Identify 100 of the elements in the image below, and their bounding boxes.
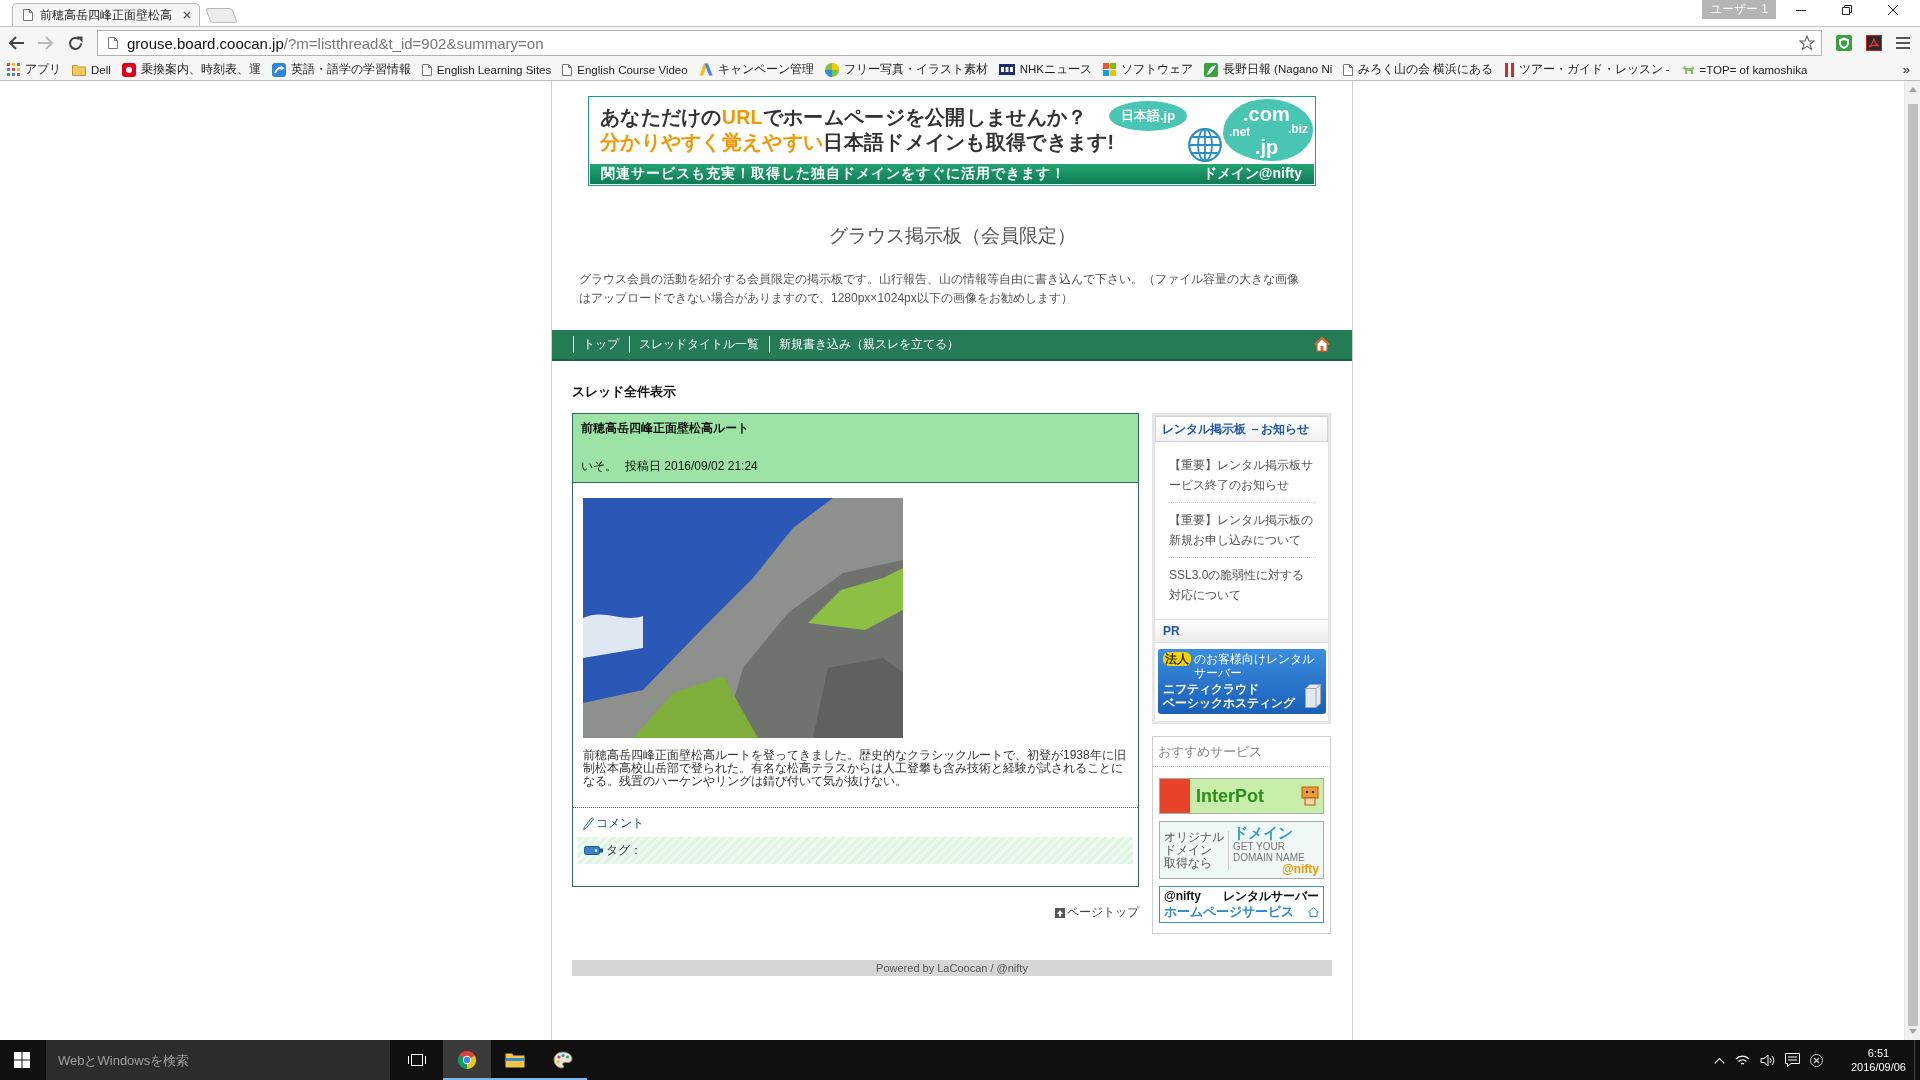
scrollbar-thumb[interactable] [1907, 104, 1918, 1026]
wifi-icon[interactable] [1734, 1054, 1750, 1066]
ad-title: InterPot [1196, 785, 1264, 807]
bookmark[interactable]: 英語・語学の学習情報 [271, 62, 411, 77]
pencil-icon [583, 817, 594, 830]
reload-icon[interactable] [68, 35, 83, 51]
site-logo-icon [998, 64, 1015, 75]
back-icon[interactable] [8, 36, 24, 50]
restore-icon[interactable] [1842, 5, 1852, 15]
banner-tagline: 関連サービスも充実！取得した独自ドメインをすぐに活用できます！ [601, 165, 1066, 183]
footer-bar: Powered by LaCoocan / @nifty [572, 960, 1332, 976]
star-icon[interactable] [1799, 35, 1815, 51]
domain-suffix: .biz [1288, 123, 1308, 135]
bookmark[interactable]: English Course Video [562, 63, 688, 76]
bookmark[interactable]: English Learning Sites [421, 63, 552, 76]
curve-logo-icon[interactable] [1866, 35, 1882, 51]
tags-label: タグ： [606, 842, 642, 859]
section-heading: スレッド全件表示 [572, 383, 677, 401]
bookmark[interactable]: アプリ [7, 62, 61, 77]
bookmark[interactable]: NHKニュース [998, 62, 1092, 77]
bookmark[interactable]: 乗換案内、時刻表、運 [121, 62, 261, 77]
domain-cloud: 日本語.jp [1109, 101, 1187, 131]
house-icon [1308, 906, 1319, 917]
page-icon [1343, 63, 1354, 76]
notice-link[interactable]: 【重要】レンタル掲示板サービス終了のお知らせ [1168, 448, 1316, 503]
nav-link[interactable]: スレッドタイトル一覧 [630, 336, 769, 353]
thread-date: 投稿日 2016/09/02 21:24 [625, 458, 758, 474]
up-arrow-icon [1055, 907, 1065, 918]
four-squares-icon [1102, 63, 1116, 76]
start-icon[interactable] [14, 1052, 30, 1068]
browser-icon [458, 1051, 476, 1069]
browser-tab[interactable]: 前穂高岳四峰正面壁松高 [12, 3, 200, 26]
clock-time[interactable]: 6:51 [1867, 1046, 1890, 1060]
swoosh-logo-icon [271, 62, 286, 77]
address-field[interactable]: grouse.board.coocan.jp/?m=listthread&t_id=902&summary=on [97, 30, 1822, 56]
corporate-badge: 法人 [1162, 652, 1191, 666]
panel-title: おすすめサービス [1153, 737, 1330, 767]
domain-suffix: .net [1229, 126, 1251, 138]
domain-suffix: .com [1243, 104, 1290, 124]
menu-icon[interactable] [1896, 37, 1910, 49]
bookmark[interactable]: ツアー・ガイド・レッスン - [1504, 62, 1670, 77]
shield-icon[interactable] [1836, 35, 1852, 51]
folder-icon [72, 63, 86, 76]
notice-link[interactable]: SSL3.0の脆弱性に対する対応について [1168, 558, 1316, 612]
x-circle-icon[interactable] [1809, 1053, 1823, 1067]
bookmark[interactable]: フリー写真・イラスト素材 [824, 62, 988, 77]
ad-brand: @nifty [1164, 889, 1202, 903]
close-icon[interactable] [1888, 5, 1898, 15]
bookmark[interactable]: みろく山の会 横浜にある [1343, 62, 1494, 77]
board-description: グラウス会員の活動を紹介する会員限定の掲示板です。山行報告、山の情報等自由に書き込んで下さい。（ファイル容量の大きな画像はアップロードできない場合がありますので、1280px×1024px以下の画像をお勧めします） [578, 271, 1300, 307]
page-icon [421, 63, 432, 76]
more-bookmarks-button[interactable]: » [1902, 62, 1910, 77]
notice-link[interactable]: 【重要】レンタル掲示板の新規お申し込みについて [1168, 503, 1316, 558]
bookmark[interactable]: =TOP= of kamoshika [1680, 63, 1808, 76]
bars-icon [1504, 62, 1514, 77]
post-body: 前穂高岳四峰正面壁松高ルートを登ってきました。歴史的なクラシックルートで、初登が1938年に旧制松本高校山岳部で登られた。有名な松高テラスからは人工登攀も含み技術と経験が試されることになる。残置のハーケンやリングは錆び付いて気が抜けない。 [583, 749, 1127, 788]
panel-title: PR [1155, 619, 1328, 643]
page-icon [562, 63, 573, 76]
ad-caption: のお客様向けレンタルサーバー [1193, 652, 1315, 680]
block-mascot-icon [1301, 786, 1319, 806]
domain-ad-banner[interactable]: あなただけのURLでホームページを公開しませんか？ 分かりやすく覚えやすい日本語ドメインも取得できます! 関連サービスも充実！取得した独自ドメインをすぐに活用できます！ ドメイン@nifty 日本語.jp .com .net .biz .jp [588, 96, 1316, 186]
chevron-up-icon[interactable] [1713, 1056, 1725, 1064]
ad-subtitle: GET YOUR DOMAIN NAME [1233, 841, 1306, 863]
bookmark[interactable]: ソフトウェア [1102, 62, 1193, 77]
ad-tagline: オリジナル [1164, 830, 1224, 844]
domain-suffix: .jp [1255, 137, 1279, 157]
home-icon[interactable] [1314, 337, 1330, 352]
speaker-icon[interactable] [1759, 1053, 1775, 1067]
bookmark[interactable]: 長野日報 (Nagano Ni [1203, 62, 1333, 77]
app-grid-icon [7, 63, 20, 76]
ad-tagline: 取得なら [1164, 856, 1213, 870]
ad-caption: レンタルサーバー [1223, 889, 1319, 903]
page-icon [108, 37, 118, 49]
page-top-link[interactable]: ページトップ [1055, 904, 1139, 921]
bookmark[interactable]: Dell [72, 63, 111, 76]
animal-icon [1680, 64, 1695, 75]
tag-icon [584, 846, 603, 855]
comment-link[interactable]: コメント [583, 815, 644, 832]
banner-brand: ドメイン@nifty [1202, 165, 1302, 183]
page-icon [23, 9, 33, 21]
ad-brand: @nifty [1281, 863, 1319, 876]
search-field[interactable]: WebとWindowsを検索 [46, 1040, 390, 1080]
hosting-ad-banner[interactable]: @nifty レンタルサーバー ホームページサービス [1159, 886, 1324, 923]
close-icon[interactable] [183, 11, 191, 19]
minimize-icon[interactable] [1796, 9, 1806, 11]
notification-icon[interactable] [1784, 1053, 1800, 1067]
taskbar-app-button[interactable] [443, 1040, 491, 1080]
ad-tagline: ドメイン [1164, 843, 1212, 857]
clock-date[interactable]: 2016/09/06 [1850, 1060, 1906, 1074]
nav-link[interactable]: 新規書き込み（親スレを立てる） [770, 336, 969, 353]
globe-icon [1188, 128, 1222, 162]
hosting-ad-banner[interactable]: 法人 のお客様向けレンタルサーバー ニフティクラウド ベーシックホスティング [1157, 649, 1326, 714]
thread-title: 前穂高岳四峰正面壁松高ルート [581, 420, 750, 436]
domain-ad-banner[interactable]: オリジナル ドメイン 取得なら ドメイン GET YOUR DOMAIN NAME @nifty [1159, 821, 1324, 879]
server-icon [1304, 684, 1321, 708]
bookmark[interactable]: キャンペーン管理 [698, 62, 814, 77]
task-view-icon[interactable] [408, 1053, 426, 1067]
headline-text: 分かりやすく覚えやすい [600, 130, 824, 155]
nav-link[interactable]: トップ [574, 336, 629, 353]
headline-text: あなただけの [600, 105, 722, 130]
